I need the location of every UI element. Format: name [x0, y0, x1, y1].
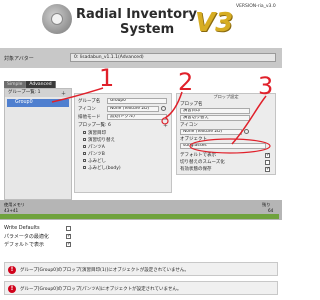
- smooth-toggle-label: 切り替えのスムーズ化: [180, 160, 225, 165]
- smooth-toggle-checkbox[interactable]: [265, 160, 270, 165]
- annotation-number-2: 2: [178, 68, 194, 96]
- annotation-number-1: 1: [99, 64, 115, 92]
- warning-text: グループ[Group0]のプロップ[演習目印(1)]にオブジェクトが設定されてい…: [20, 268, 189, 273]
- param-optimize-label: パラメータの最適化: [4, 234, 49, 240]
- version-text: VERSION-ria_v3.0: [236, 4, 276, 9]
- group-icon-label: アイコン: [78, 107, 96, 112]
- group-item[interactable]: Group0: [7, 99, 69, 107]
- app-title-line2: System: [120, 22, 175, 37]
- object-picker-icon[interactable]: [244, 129, 249, 134]
- write-defaults-checkbox[interactable]: [66, 226, 71, 231]
- tab-advanced[interactable]: Advanced: [26, 81, 56, 88]
- prop-icon-label: アイコン: [180, 123, 198, 128]
- group-properties-panel: グループ名 Group0 アイコン None (Texture 2D) 排他モー…: [74, 93, 172, 193]
- group-name-field[interactable]: Group0: [107, 98, 167, 104]
- object-picker-icon[interactable]: [161, 106, 166, 111]
- settings-section: Write Defaults パラメータの最適化 デフォルトで表示: [0, 222, 282, 250]
- add-group-icon[interactable]: ＋: [61, 90, 66, 97]
- prop-item[interactable]: ふみどし(body): [83, 165, 121, 172]
- error-icon: !: [8, 285, 16, 293]
- memory-remaining-value: 64: [268, 208, 274, 213]
- warning-text: グループ[Group0]のプロップ[パンツA]にオブジェクトが設定されていません…: [20, 287, 182, 292]
- add-prop-icon[interactable]: ＋: [163, 122, 168, 129]
- avatar-selector-row: 対象アバター 0: lisadabun_v1.1.1(Advanced): [0, 48, 282, 68]
- prop-details-title: プロップ設定: [213, 94, 239, 99]
- write-defaults-label: Write Defaults: [4, 225, 40, 231]
- app-title-line1: Radial Inventory: [76, 7, 197, 22]
- warning-message: ! グループ[Group0]のプロップ[パンツA]にオブジェクトが設定されていま…: [4, 281, 278, 295]
- object-label: オブジェクト: [180, 137, 207, 142]
- save-state-checkbox[interactable]: [265, 166, 270, 172]
- header: Radial Inventory System V3 VERSION-ria_v…: [0, 0, 282, 48]
- group-icon-field[interactable]: None (Texture 2D): [107, 106, 159, 112]
- tab-simple[interactable]: Simple: [4, 81, 27, 88]
- param-optimize-checkbox[interactable]: [66, 233, 71, 239]
- prop-name-label: プロップ名: [180, 102, 203, 107]
- exclusive-mode-label: 排他モード: [78, 115, 101, 120]
- memory-bar-area: 使用メモリ 残り 43+41 64: [0, 200, 282, 220]
- memory-bar: [0, 214, 280, 219]
- save-state-label: 有効状態の保存: [180, 167, 212, 172]
- prop-details-panel: プロップ設定 プロップ名 演習目印 演習切り替え アイコン None (Text…: [176, 93, 276, 175]
- version-badge: V3: [195, 8, 234, 38]
- logo-icon: [42, 4, 72, 34]
- prop-item[interactable]: 演習切り替え: [83, 137, 115, 144]
- prop-item[interactable]: ふみどし: [83, 158, 106, 165]
- warning-message: ! グループ[Group0]のプロップ[演習目印(1)]にオブジェクトが設定され…: [4, 262, 278, 276]
- prop-icon-field[interactable]: None (Texture 2D): [180, 129, 242, 135]
- memory-used-value: 43+41: [4, 208, 19, 213]
- avatar-field[interactable]: 0: lisadabun_v1.1.1(Advanced): [70, 53, 276, 62]
- group-name-label: グループ名: [78, 99, 101, 104]
- prop-name-field[interactable]: 演習目印: [180, 108, 250, 114]
- exclusive-mode-select[interactable]: 無効(トグル): [107, 114, 167, 120]
- default-show-label: デフォルトで表示: [4, 242, 45, 248]
- avatar-label: 対象アバター: [4, 56, 34, 62]
- prop-item[interactable]: パンツA: [83, 144, 105, 151]
- error-icon: !: [8, 266, 16, 274]
- object-field[interactable]: sunglasses: [180, 143, 266, 149]
- prop-item[interactable]: パンツB: [83, 151, 105, 158]
- mode-tabs: Simple Advanced: [4, 81, 56, 88]
- default-show-checkbox[interactable]: [66, 241, 71, 247]
- prop-name-alt-field[interactable]: 演習切り替え: [180, 115, 250, 121]
- default-visible-label: デフォルトで表示: [180, 153, 216, 158]
- group-list-panel: グループ一覧: 1 ＋ Group0: [4, 88, 72, 200]
- default-visible-checkbox[interactable]: [265, 152, 270, 158]
- prop-item[interactable]: 演習目印: [83, 130, 106, 137]
- prop-list-header: プロップ一覧: 6: [78, 123, 111, 128]
